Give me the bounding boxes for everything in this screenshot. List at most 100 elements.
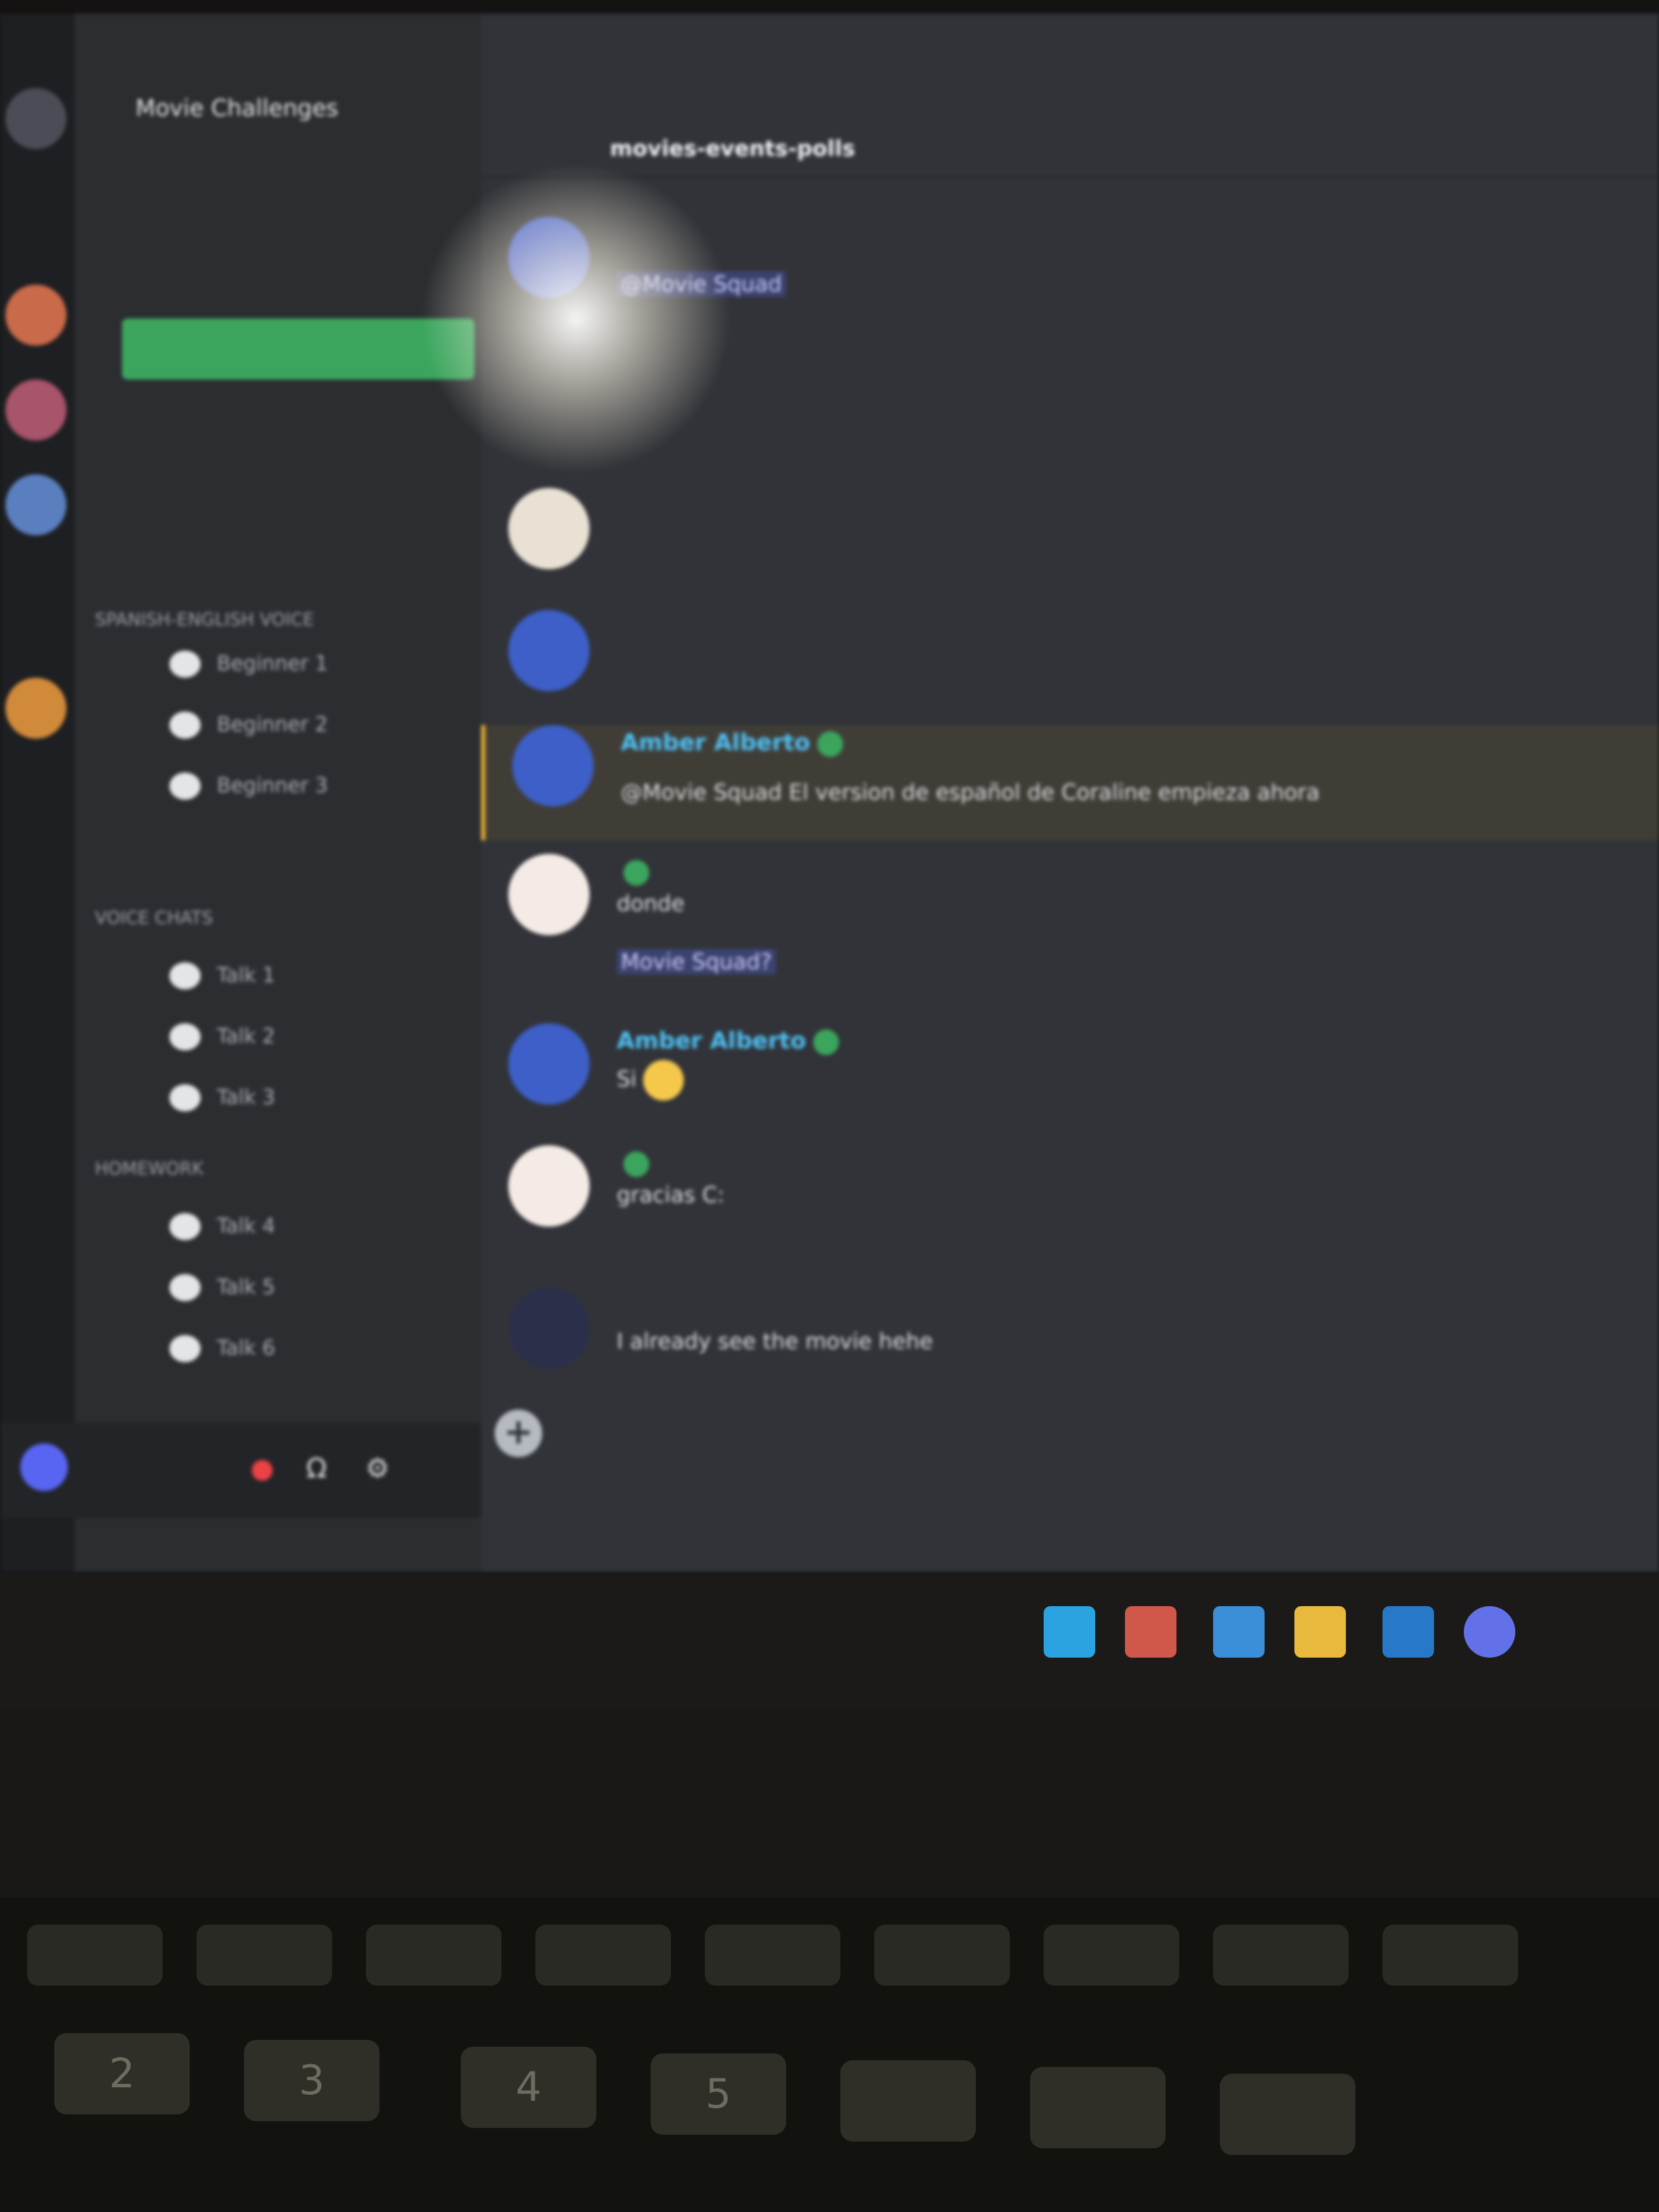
role-badge-icon — [623, 1151, 649, 1177]
voice-channel-item[interactable]: Beginner 1 — [88, 644, 481, 687]
message-author[interactable] — [617, 858, 649, 886]
key[interactable] — [1030, 2067, 1166, 2148]
chat-area: movies-events-polls @Movie Squad Amber A… — [481, 14, 1659, 1572]
voice-channel-item[interactable]: Beginner 3 — [88, 766, 481, 809]
smile-emoji-icon — [643, 1060, 684, 1101]
channel-name: Talk 1 — [217, 964, 276, 987]
voice-channel-item[interactable]: Talk 2 — [88, 1017, 481, 1060]
function-key[interactable] — [705, 1925, 840, 1986]
function-key[interactable] — [874, 1925, 1010, 1986]
function-key[interactable] — [197, 1925, 332, 1986]
server-name-label: Movie Challenges — [136, 95, 338, 122]
voice-channel-item[interactable]: Talk 4 — [88, 1206, 481, 1250]
avatar[interactable] — [508, 488, 590, 569]
category-header[interactable]: Spanish-English Voice — [95, 610, 314, 630]
message-author[interactable]: Amber Alberto — [617, 1027, 839, 1055]
category-header[interactable]: Voice Chats — [95, 908, 213, 928]
speaker-icon — [169, 962, 201, 989]
function-key[interactable] — [1044, 1925, 1179, 1986]
role-badge-icon — [813, 1029, 839, 1055]
function-key[interactable] — [535, 1925, 671, 1986]
message-author[interactable] — [617, 1149, 649, 1177]
server-icon[interactable] — [5, 678, 66, 739]
vscode-icon[interactable] — [1382, 1606, 1434, 1658]
voice-channel-item[interactable]: Talk 1 — [88, 956, 481, 999]
key[interactable] — [840, 2060, 976, 2142]
channel-name: Talk 2 — [217, 1025, 276, 1048]
speaker-icon — [169, 1213, 201, 1240]
speaker-icon — [169, 712, 201, 739]
plus-icon[interactable]: + — [495, 1410, 542, 1457]
channel-header: movies-events-polls — [481, 115, 1659, 178]
voice-channel-item[interactable]: Talk 6 — [88, 1328, 481, 1372]
speaker-icon — [169, 1274, 201, 1301]
server-title: Movie Challenges — [136, 95, 339, 122]
key-4[interactable]: 4 — [461, 2047, 596, 2128]
avatar[interactable] — [512, 725, 594, 806]
message-text: donde — [617, 890, 685, 916]
avatar[interactable] — [508, 854, 590, 935]
discord-icon[interactable] — [1464, 1606, 1515, 1658]
avatar[interactable] — [508, 217, 590, 298]
user-panel: ● Ω ⚙ — [0, 1423, 481, 1518]
role-badge-icon — [623, 859, 649, 886]
voice-channel-item[interactable]: Beginner 2 — [88, 705, 481, 748]
function-key[interactable] — [1213, 1925, 1349, 1986]
avatar[interactable] — [508, 1023, 590, 1105]
message-text: I already see the movie hehe — [617, 1328, 933, 1354]
folder-icon[interactable] — [1294, 1606, 1346, 1658]
function-key[interactable] — [366, 1925, 501, 1986]
server-icon[interactable] — [5, 474, 66, 535]
channel-name: Talk 6 — [217, 1336, 276, 1360]
channel-name: Beginner 1 — [217, 652, 328, 676]
avatar[interactable] — [20, 1443, 68, 1491]
mic-icon[interactable]: ● — [244, 1450, 281, 1487]
key-3[interactable]: 3 — [244, 2040, 380, 2121]
avatar[interactable] — [508, 610, 590, 691]
role-badge-icon — [817, 731, 843, 757]
key[interactable] — [1220, 2074, 1355, 2155]
app-icon[interactable] — [1125, 1606, 1176, 1658]
avatar[interactable] — [508, 1145, 590, 1227]
channel-title: movies-events-polls — [610, 136, 855, 161]
event-banner[interactable] — [122, 319, 474, 380]
message-author[interactable]: Amber Alberto — [621, 729, 843, 757]
author-name[interactable]: Amber Alberto — [621, 729, 811, 756]
voice-channel-item[interactable]: Talk 3 — [88, 1078, 481, 1121]
mention[interactable]: Movie Squad? — [617, 949, 776, 975]
key-2[interactable]: 2 — [54, 2033, 190, 2114]
avatar[interactable] — [508, 1288, 590, 1369]
message-body: Si — [617, 1066, 637, 1092]
author-name[interactable]: Amber Alberto — [617, 1027, 806, 1054]
speaker-icon — [169, 1084, 201, 1111]
mention[interactable]: @Movie Squad — [617, 271, 786, 297]
message-composer: + — [481, 1396, 1659, 1477]
server-rail — [0, 14, 75, 1572]
speaker-icon — [169, 773, 201, 800]
headphones-icon[interactable]: Ω — [298, 1450, 335, 1487]
channel-name: Talk 5 — [217, 1275, 276, 1299]
speaker-icon — [169, 1023, 201, 1050]
server-icon[interactable] — [5, 285, 66, 346]
server-icon[interactable] — [5, 380, 66, 441]
mail-icon[interactable] — [1213, 1606, 1265, 1658]
function-key[interactable] — [1382, 1925, 1518, 1986]
gear-icon[interactable]: ⚙ — [359, 1450, 396, 1487]
message-text: Movie Squad? — [617, 949, 776, 975]
function-key[interactable] — [27, 1925, 163, 1986]
home-icon[interactable] — [5, 88, 66, 149]
channel-name: Beginner 3 — [217, 774, 328, 798]
key-5[interactable]: 5 — [651, 2053, 786, 2135]
discord-window: Movie Challenges Spanish-English Voice B… — [0, 14, 1659, 1572]
laptop-bezel — [0, 1708, 1659, 1898]
message-text: Si — [617, 1060, 684, 1101]
keyboard: 2 3 4 5 — [0, 1898, 1659, 2212]
channel-name: Talk 4 — [217, 1214, 276, 1238]
speaker-icon — [169, 1335, 201, 1362]
windows-start-icon[interactable] — [1044, 1606, 1095, 1658]
channel-name: Talk 3 — [217, 1086, 276, 1109]
message-text: @Movie Squad — [617, 271, 786, 297]
message-text: gracias C: — [617, 1182, 725, 1208]
category-header[interactable]: Homework — [95, 1159, 203, 1179]
voice-channel-item[interactable]: Talk 5 — [88, 1267, 481, 1311]
